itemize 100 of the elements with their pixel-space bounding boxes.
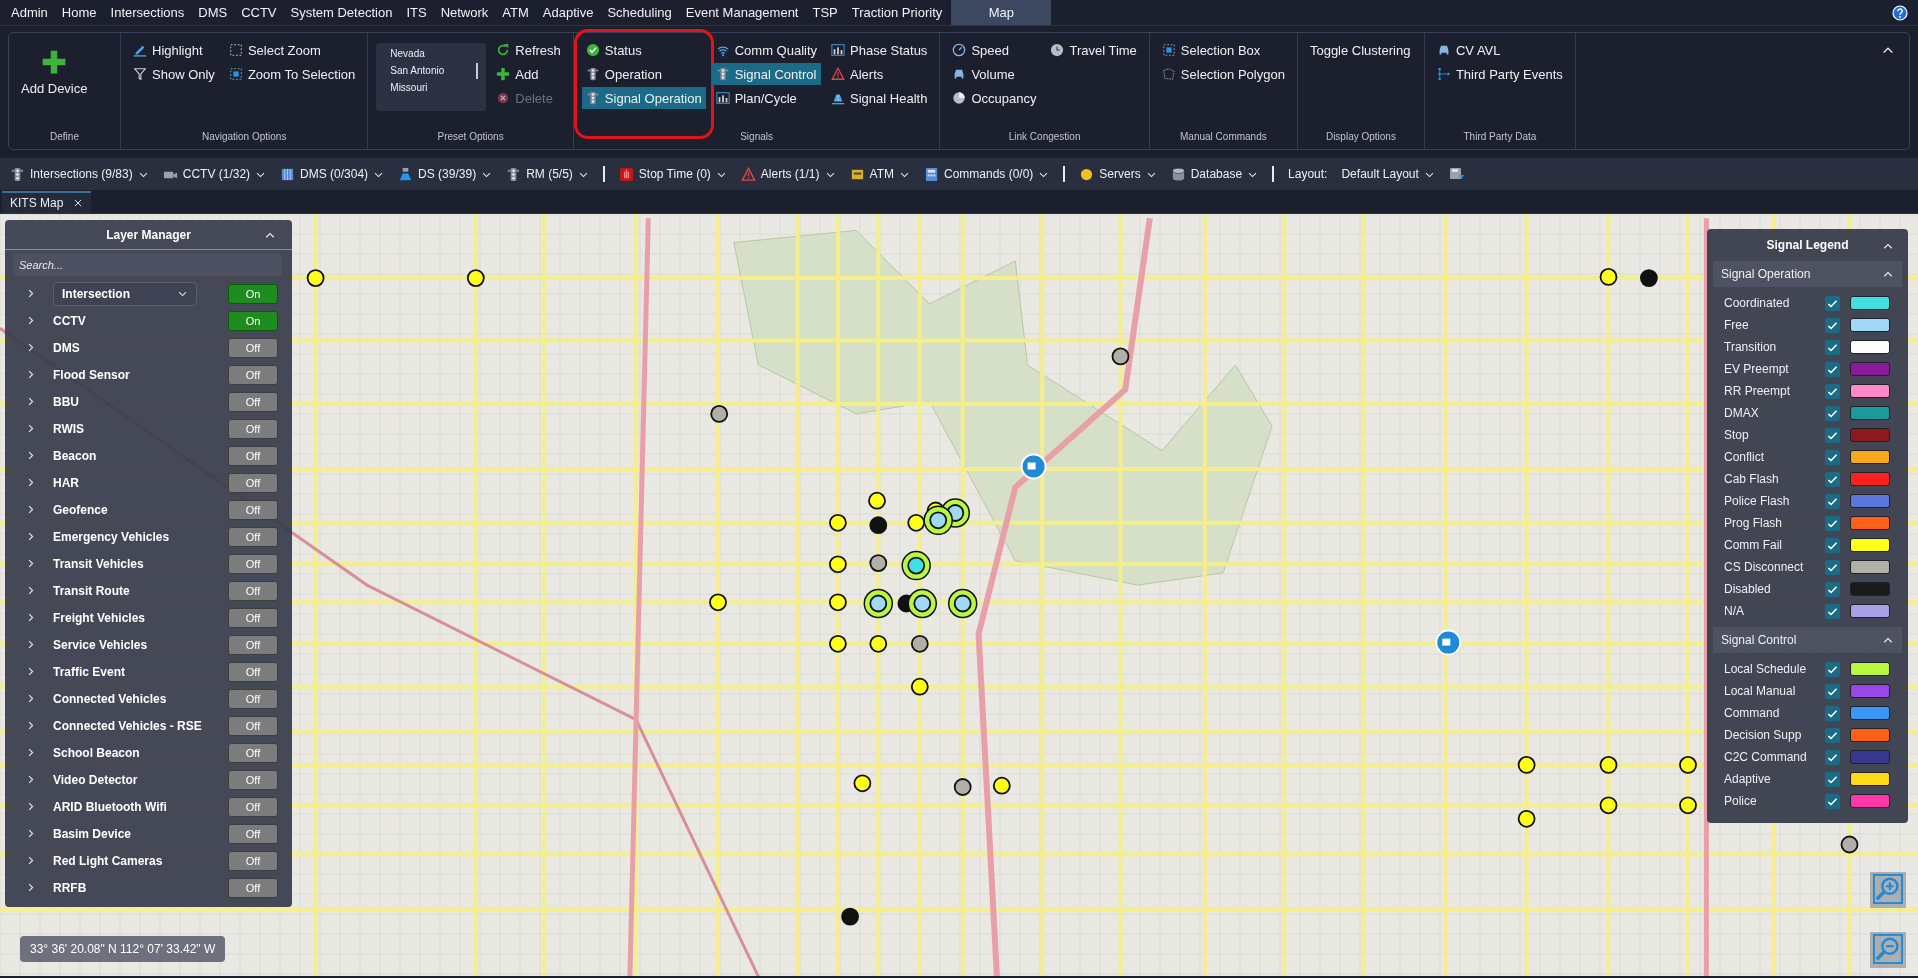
layer-toggle[interactable]: Off bbox=[228, 337, 278, 358]
checkbox[interactable] bbox=[1825, 771, 1840, 787]
layer-toggle[interactable]: Off bbox=[228, 364, 278, 385]
checkbox[interactable] bbox=[1825, 727, 1840, 743]
color-swatch[interactable] bbox=[1850, 706, 1890, 720]
toolbar-dropdown[interactable]: Database bbox=[1170, 166, 1259, 182]
ribbon-button[interactable]: Zoom To Selection bbox=[224, 63, 360, 85]
color-swatch[interactable] bbox=[1850, 494, 1890, 508]
checkbox[interactable] bbox=[1825, 581, 1840, 597]
checkbox[interactable] bbox=[1825, 537, 1840, 553]
ribbon-button[interactable]: Volume bbox=[948, 63, 1041, 85]
color-swatch[interactable] bbox=[1850, 794, 1890, 808]
color-swatch[interactable] bbox=[1850, 296, 1890, 310]
layer-toggle[interactable]: Off bbox=[228, 580, 278, 601]
ribbon-button[interactable]: Travel Time bbox=[1046, 39, 1141, 61]
checkbox[interactable] bbox=[1825, 427, 1840, 443]
checkbox[interactable] bbox=[1825, 295, 1840, 311]
ribbon-button[interactable]: Refresh bbox=[492, 39, 565, 61]
checkbox[interactable] bbox=[1825, 449, 1840, 465]
ribbon-button[interactable]: Status bbox=[581, 39, 706, 61]
layer-toggle[interactable]: Off bbox=[228, 661, 278, 682]
layer-toggle[interactable]: Off bbox=[228, 877, 278, 898]
layer-toggle[interactable]: On bbox=[228, 283, 278, 304]
layer-dropdown[interactable]: Intersection bbox=[53, 281, 197, 306]
layer-toggle[interactable]: Off bbox=[228, 499, 278, 520]
toolbar-dropdown[interactable]: ATM bbox=[849, 166, 910, 182]
layer-toggle[interactable]: Off bbox=[228, 769, 278, 790]
ribbon-button[interactable]: Highlight bbox=[129, 39, 219, 61]
menu-tab[interactable]: Network bbox=[433, 0, 496, 25]
ribbon-button[interactable]: Third Party Events bbox=[1432, 63, 1567, 85]
ribbon-button[interactable]: Phase Status bbox=[827, 39, 932, 61]
preset-list[interactable]: Nevada San Antonio Missouri bbox=[376, 43, 487, 111]
color-swatch[interactable] bbox=[1850, 472, 1890, 486]
checkbox[interactable] bbox=[1825, 515, 1840, 531]
layer-toggle[interactable]: Off bbox=[228, 688, 278, 709]
checkbox[interactable] bbox=[1825, 603, 1840, 619]
preset-entry[interactable]: Nevada bbox=[390, 48, 471, 59]
menu-tab[interactable]: Map bbox=[951, 0, 1052, 25]
menu-tab[interactable]: Scheduling bbox=[600, 0, 679, 25]
layer-toggle[interactable]: Off bbox=[228, 526, 278, 547]
color-swatch[interactable] bbox=[1850, 450, 1890, 464]
toolbar-dropdown[interactable]: DS (39/39) bbox=[398, 166, 493, 182]
color-swatch[interactable] bbox=[1850, 384, 1890, 398]
color-swatch[interactable] bbox=[1850, 362, 1890, 376]
ribbon-button[interactable]: CV AVL bbox=[1432, 39, 1567, 61]
checkbox[interactable] bbox=[1825, 793, 1840, 809]
layer-toggle[interactable]: Off bbox=[228, 796, 278, 817]
section-header[interactable]: Signal Operation bbox=[1713, 261, 1902, 287]
layer-toggle[interactable]: Off bbox=[228, 742, 278, 763]
layer-toggle[interactable]: Off bbox=[228, 607, 278, 628]
layer-toggle[interactable]: Off bbox=[228, 553, 278, 574]
ribbon-button[interactable]: Signal Health bbox=[827, 87, 932, 109]
menu-tab[interactable]: Home bbox=[54, 0, 104, 25]
checkbox[interactable] bbox=[1825, 661, 1840, 677]
layer-toggle[interactable]: Off bbox=[228, 391, 278, 412]
color-swatch[interactable] bbox=[1850, 662, 1890, 676]
checkbox[interactable] bbox=[1825, 705, 1840, 721]
color-swatch[interactable] bbox=[1850, 538, 1890, 552]
layer-toggle[interactable]: Off bbox=[228, 418, 278, 439]
toolbar-dropdown[interactable]: Intersections (9/83) bbox=[10, 166, 149, 182]
color-swatch[interactable] bbox=[1850, 516, 1890, 530]
ribbon-button[interactable]: Alerts bbox=[827, 63, 932, 85]
ribbon-button[interactable]: Add bbox=[492, 63, 565, 85]
menu-tab[interactable]: Event Management bbox=[678, 0, 806, 25]
section-header[interactable]: Signal Control bbox=[1713, 627, 1902, 653]
checkbox[interactable] bbox=[1825, 383, 1840, 399]
layer-toggle[interactable]: Off bbox=[228, 445, 278, 466]
add-device-button[interactable]: Add Device bbox=[17, 39, 92, 96]
color-swatch[interactable] bbox=[1850, 604, 1890, 618]
menu-tab[interactable]: ATM bbox=[495, 0, 536, 25]
ribbon-button[interactable]: Comm Quality bbox=[711, 39, 822, 61]
menu-tab[interactable]: Traction Priority bbox=[844, 0, 950, 25]
checkbox[interactable] bbox=[1825, 405, 1840, 421]
checkbox[interactable] bbox=[1825, 471, 1840, 487]
menu-tab[interactable]: DMS bbox=[191, 0, 235, 25]
color-swatch[interactable] bbox=[1850, 428, 1890, 442]
color-swatch[interactable] bbox=[1850, 340, 1890, 354]
layer-toggle[interactable]: Off bbox=[228, 634, 278, 655]
toolbar-dropdown[interactable]: Servers bbox=[1079, 166, 1157, 182]
menu-tab[interactable]: Intersections bbox=[103, 0, 192, 25]
ribbon-button[interactable]: Occupancy bbox=[948, 87, 1041, 109]
color-swatch[interactable] bbox=[1850, 772, 1890, 786]
checkbox[interactable] bbox=[1825, 493, 1840, 509]
ribbon-button[interactable]: Selection Polygon bbox=[1157, 63, 1289, 85]
document-tab[interactable]: KITS Map bbox=[2, 191, 92, 213]
menu-tab[interactable]: Admin bbox=[4, 0, 55, 25]
checkbox[interactable] bbox=[1825, 559, 1840, 575]
menu-tab[interactable]: Adaptive bbox=[535, 0, 601, 25]
ribbon-button[interactable]: Signal Operation bbox=[581, 87, 706, 109]
layer-toggle[interactable]: On bbox=[228, 310, 278, 331]
color-swatch[interactable] bbox=[1850, 582, 1890, 596]
preset-entry[interactable]: San Antonio bbox=[390, 65, 471, 76]
checkbox[interactable] bbox=[1825, 339, 1840, 355]
toolbar-dropdown[interactable]: CCTV (1/32) bbox=[162, 166, 267, 182]
layer-toggle[interactable]: Off bbox=[228, 715, 278, 736]
checkbox[interactable] bbox=[1825, 361, 1840, 377]
ribbon-button[interactable]: Speed bbox=[948, 39, 1041, 61]
ribbon-button[interactable]: Selection Box bbox=[1157, 39, 1289, 61]
toolbar-dropdown[interactable]: DMS (0/304) bbox=[280, 166, 385, 182]
ribbon-button[interactable]: Signal Control bbox=[711, 63, 822, 85]
